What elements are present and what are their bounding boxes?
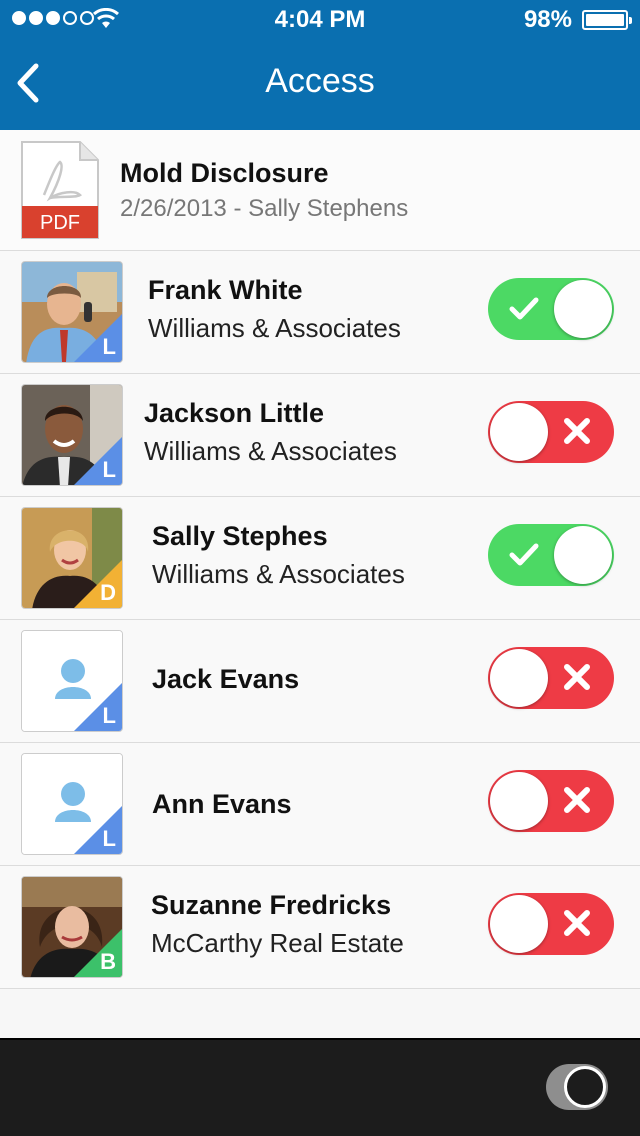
list-item: L Jackson Little Williams & Associates bbox=[0, 374, 640, 497]
role-badge-letter: L bbox=[102, 457, 116, 482]
role-badge-letter: L bbox=[102, 334, 116, 359]
person-company: McCarthy Real Estate bbox=[151, 928, 404, 958]
document-header: PDF Mold Disclosure 2/26/2013 - Sally St… bbox=[0, 130, 640, 251]
status-bar: 4:04 PM 98% bbox=[0, 0, 640, 40]
person-name: Frank White bbox=[148, 275, 303, 305]
role-badge-letter: L bbox=[102, 826, 116, 851]
access-toggle[interactable] bbox=[488, 401, 614, 463]
access-toggle[interactable] bbox=[488, 893, 614, 955]
x-icon bbox=[564, 787, 590, 813]
battery-icon bbox=[582, 10, 632, 30]
access-toggle[interactable] bbox=[488, 647, 614, 709]
role-badge-letter: B bbox=[100, 949, 116, 974]
list-item: L Jack Evans bbox=[0, 620, 640, 743]
list-item: L Ann Evans bbox=[0, 743, 640, 866]
list-item: D Sally Stephes Williams & Associates bbox=[0, 497, 640, 620]
access-toggle[interactable] bbox=[488, 770, 614, 832]
person-name: Jack Evans bbox=[152, 664, 300, 694]
role-badge-letter: L bbox=[102, 703, 116, 728]
x-icon bbox=[564, 418, 590, 444]
document-title: Mold Disclosure bbox=[120, 158, 329, 188]
avatar: B bbox=[21, 876, 123, 978]
access-toggle[interactable] bbox=[488, 524, 614, 586]
avatar: D bbox=[21, 507, 123, 609]
avatar: L bbox=[21, 261, 123, 363]
pdf-icon: PDF bbox=[21, 141, 99, 239]
checkmark-icon bbox=[509, 297, 539, 320]
toggle-switch-icon[interactable] bbox=[546, 1064, 608, 1110]
avatar-placeholder: L bbox=[21, 630, 123, 732]
access-list: L Frank White Williams & Associates L Ja… bbox=[0, 251, 640, 989]
battery-percentage: 98% bbox=[523, 6, 572, 33]
person-company: Williams & Associates bbox=[144, 436, 397, 466]
person-name: Suzanne Fredricks bbox=[151, 890, 392, 920]
access-toggle[interactable] bbox=[488, 278, 614, 340]
person-company: Williams & Associates bbox=[148, 313, 401, 343]
document-subtitle: 2/26/2013 - Sally Stephens bbox=[120, 195, 409, 222]
person-company: Williams & Associates bbox=[152, 559, 405, 589]
top-bar: 4:04 PM 98% Access bbox=[0, 0, 640, 130]
x-icon bbox=[564, 664, 590, 690]
role-badge-letter: D bbox=[100, 580, 116, 605]
checkmark-icon bbox=[509, 543, 539, 566]
x-icon bbox=[564, 910, 590, 936]
avatar: L bbox=[21, 384, 123, 486]
avatar-placeholder: L bbox=[21, 753, 123, 855]
list-item: L Frank White Williams & Associates bbox=[0, 251, 640, 374]
person-name: Sally Stephes bbox=[152, 521, 328, 551]
list-item: B Suzanne Fredricks McCarthy Real Estate bbox=[0, 866, 640, 989]
page-title: Access bbox=[265, 62, 375, 100]
navigation-bar: Access bbox=[0, 40, 640, 130]
person-name: Ann Evans bbox=[152, 789, 292, 819]
bottom-toolbar bbox=[0, 1038, 640, 1136]
pdf-label: PDF bbox=[40, 212, 80, 234]
person-name: Jackson Little bbox=[144, 398, 325, 428]
